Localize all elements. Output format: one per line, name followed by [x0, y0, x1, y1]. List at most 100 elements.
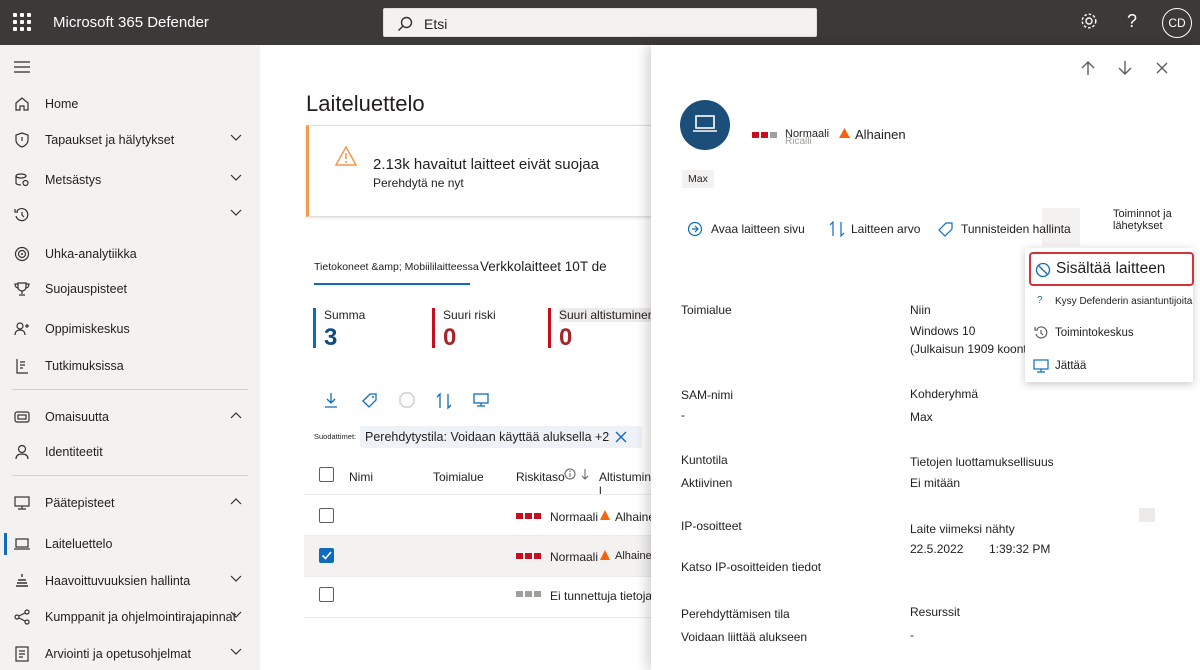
sort-icon: [829, 221, 845, 237]
person-icon: [15, 444, 29, 460]
exposure-label: Alhainen: [855, 127, 906, 142]
stat-value: 0: [443, 324, 457, 351]
chevron-down-icon[interactable]: [230, 611, 242, 619]
manage-tags-action[interactable]: Tunnisteiden hallinta: [937, 221, 1071, 237]
sidebar-item-device-inventory[interactable]: Laiteluettelo: [0, 529, 260, 559]
menu-item-label: Jättää: [1055, 360, 1087, 372]
last-seen-date: 22.5.2022: [910, 542, 964, 556]
sidebar-item-label: Identiteetit: [45, 445, 103, 459]
device-tag: Max: [682, 170, 714, 188]
sidebar-item-label: Tapaukset ja hälytykset: [45, 133, 175, 147]
sidebar-item-assets[interactable]: Omaisuutta: [0, 402, 260, 432]
export-download-icon[interactable]: [323, 392, 339, 408]
octagon-icon: [399, 392, 415, 408]
scrollbar-thumb[interactable]: [1139, 508, 1155, 522]
active-tab-underline: [314, 283, 470, 285]
risk-severity-bars: [516, 513, 541, 519]
sidebar-item-label: Arviointi ja opetusohjelmat: [45, 647, 191, 661]
chevron-down-icon[interactable]: [230, 575, 242, 583]
row-checkbox-checked[interactable]: [319, 548, 334, 563]
action-label: Laitteen arvo: [851, 222, 921, 236]
stat-label: Suuri riski: [443, 308, 496, 322]
row-checkbox[interactable]: [319, 587, 334, 602]
submit-menu-item[interactable]: Jättää: [1025, 356, 1193, 380]
sidebar-item-threat-analytics[interactable]: Uhka-analytiikka: [0, 239, 260, 269]
sort-down-arrow-icon[interactable]: [581, 468, 589, 480]
sidebar-item-partners-apis[interactable]: Kumppanit ja ohjelmointirajapinnat: [0, 602, 260, 632]
app-launcher-icon[interactable]: [13, 13, 31, 31]
chevron-down-icon[interactable]: [230, 134, 242, 142]
column-header-domain[interactable]: Toimialue: [433, 470, 484, 484]
stat-high-risk[interactable]: Suuri riski 0: [432, 308, 496, 351]
hunting-icon: [15, 173, 29, 187]
tag-icon[interactable]: [361, 392, 379, 408]
chevron-down-icon[interactable]: [230, 209, 242, 217]
device-value-action[interactable]: Laitteen arvo: [829, 221, 920, 237]
device-icon: [1033, 359, 1049, 373]
device-avatar: [680, 100, 730, 150]
menu-hamburger-icon[interactable]: [14, 61, 30, 73]
table-divider: [304, 617, 660, 618]
data-sensitivity-value: Ei mitään: [910, 476, 961, 490]
device-group-value: Max: [910, 410, 933, 424]
sidebar-item-identities[interactable]: Identiteetit: [0, 437, 260, 467]
arrow-down-icon[interactable]: [1117, 60, 1133, 76]
close-icon[interactable]: [614, 430, 628, 444]
sidebar-item-learning-hub[interactable]: Oppimiskeskus: [0, 314, 260, 344]
close-panel-icon[interactable]: [1154, 60, 1170, 76]
chevron-down-icon[interactable]: [230, 648, 242, 656]
chevron-down-icon[interactable]: [230, 174, 242, 182]
sidebar-item-label: Oppimiskeskus: [45, 322, 130, 336]
column-header-name[interactable]: Nimi: [349, 470, 373, 484]
arrow-up-icon[interactable]: [1080, 60, 1096, 76]
ask-defender-experts-menu-item[interactable]: ? Kysy Defenderin asiantuntijoita: [1025, 293, 1193, 317]
sidebar-divider: [12, 475, 248, 476]
sidebar-item-label: Kumppanit ja ohjelmointirajapinnat: [45, 610, 237, 624]
onboard-now-link[interactable]: Perehdytä ne nyt: [373, 176, 464, 190]
stat-high-exposure[interactable]: Suuri altistuminen 0: [548, 308, 655, 351]
sidebar-item-incidents[interactable]: Tapaukset ja hälytykset: [0, 125, 260, 155]
user-avatar[interactable]: CD: [1162, 8, 1192, 38]
action-center-menu-item[interactable]: Toimintokeskus: [1025, 323, 1193, 347]
open-device-page-action[interactable]: Avaa laitteen sivu: [687, 221, 805, 237]
laptop-icon: [693, 115, 717, 132]
sidebar-item-endpoints[interactable]: Päätepisteet: [0, 488, 260, 518]
stat-total[interactable]: Summa 3: [313, 308, 365, 351]
actions-and-submissions-button[interactable]: Toiminnot ja lähetykset: [1113, 208, 1200, 232]
sidebar-item-actions[interactable]: [0, 200, 260, 230]
sidebar-item-trials[interactable]: Tutkimuksissa: [0, 351, 260, 381]
contain-device-menu-item[interactable]: Sisältää laitteen: [1029, 252, 1194, 286]
filter-chip[interactable]: Perehdytystila: Voidaan käyttää aluksell…: [360, 426, 642, 448]
sidebar-item-hunting[interactable]: Metsästys: [0, 165, 260, 195]
sidebar-item-secure-score[interactable]: Suojauspisteet: [0, 274, 260, 304]
stat-label: Suuri altistuminen: [559, 308, 655, 322]
filter-chip-label: Perehdytystila: Voidaan käyttää aluksell…: [365, 430, 610, 444]
checkmark-icon: [321, 551, 332, 560]
action-label: Avaa laitteen sivu: [711, 222, 805, 236]
main-content: Laiteluettelo 2.13k havaitut laitteet ei…: [260, 45, 666, 670]
select-all-checkbox[interactable]: [319, 467, 334, 482]
settings-gear-icon[interactable]: [1079, 11, 1099, 31]
tab-network-devices[interactable]: Verkkolaitteet 10T de: [480, 259, 607, 274]
sort-icon[interactable]: [436, 392, 452, 410]
sidebar-item-home[interactable]: Home: [0, 89, 260, 119]
health-state-label: Kuntotila: [681, 453, 728, 467]
stat-value: 3: [324, 324, 338, 351]
chevron-up-icon[interactable]: [230, 497, 242, 505]
assets-icon: [14, 411, 30, 423]
ip-details-link[interactable]: Katso IP-osoitteiden tiedot: [681, 560, 821, 574]
column-header-risk[interactable]: Riskitaso: [516, 470, 565, 484]
search-box[interactable]: Etsi: [383, 8, 817, 37]
info-icon[interactable]: [564, 468, 576, 480]
device-icon[interactable]: [472, 392, 490, 408]
trials-icon: [16, 359, 28, 374]
app-title[interactable]: Microsoft 365 Defender: [53, 14, 209, 31]
row-checkbox[interactable]: [319, 508, 334, 523]
help-icon[interactable]: ?: [1124, 11, 1142, 31]
search-input[interactable]: Etsi: [424, 16, 447, 32]
tab-computers-mobile[interactable]: Tietokoneet &amp; Mobiililaitteessa: [314, 261, 479, 273]
chevron-up-icon[interactable]: [230, 411, 242, 419]
top-bar: Microsoft 365 Defender Etsi ? CD: [0, 0, 1200, 45]
sidebar-item-evaluation[interactable]: Arviointi ja opetusohjelmat: [0, 639, 260, 669]
sidebar-item-vulnerability-management[interactable]: Haavoittuvuuksien hallinta: [0, 566, 260, 596]
